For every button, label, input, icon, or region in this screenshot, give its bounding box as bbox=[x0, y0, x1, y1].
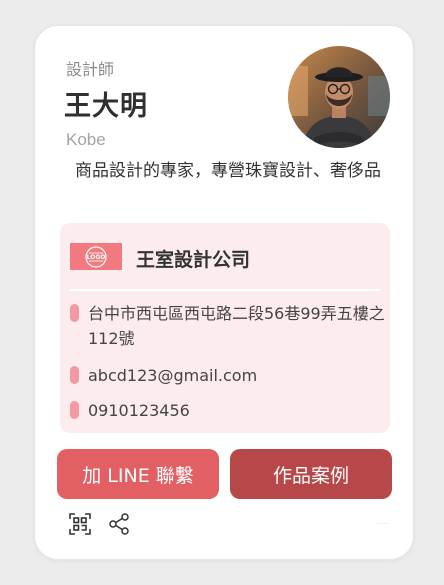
avatar bbox=[288, 46, 390, 148]
company-name: 王室設計公司 bbox=[136, 249, 251, 271]
address-bullet bbox=[70, 304, 79, 322]
portfolio-button[interactable]: 作品案例 bbox=[230, 449, 392, 499]
address-text: 台中市西屯區西屯路二段56巷99弄五樓之112號 bbox=[88, 304, 385, 348]
phone-bullet bbox=[70, 401, 79, 419]
qr-code-icon[interactable] bbox=[67, 511, 93, 537]
watermark: ········ bbox=[376, 521, 389, 527]
business-card: 設計師 王大明 Kobe 商品設計的專家，專營珠寶設計、奢侈品 LOGO 王室設… bbox=[34, 25, 414, 560]
svg-text:LOGO: LOGO bbox=[87, 254, 106, 261]
email-text: abcd123@gmail.com bbox=[88, 366, 258, 385]
add-line-button[interactable]: 加 LINE 聯繫 bbox=[57, 449, 219, 499]
job-title: 設計師 bbox=[66, 60, 115, 79]
bio-text: 商品設計的專家，專營珠寶設計、奢侈品 bbox=[75, 161, 381, 181]
english-name: Kobe bbox=[66, 130, 106, 149]
phone-text: 0910123456 bbox=[88, 401, 190, 420]
divider bbox=[70, 289, 380, 291]
email-bullet bbox=[70, 366, 79, 384]
company-section: LOGO 王室設計公司 台中市西屯區西屯路二段56巷99弄五樓之112號 abc… bbox=[60, 223, 390, 433]
person-name: 王大明 bbox=[64, 91, 148, 122]
company-logo: LOGO bbox=[70, 243, 122, 270]
share-icon[interactable] bbox=[106, 511, 132, 537]
